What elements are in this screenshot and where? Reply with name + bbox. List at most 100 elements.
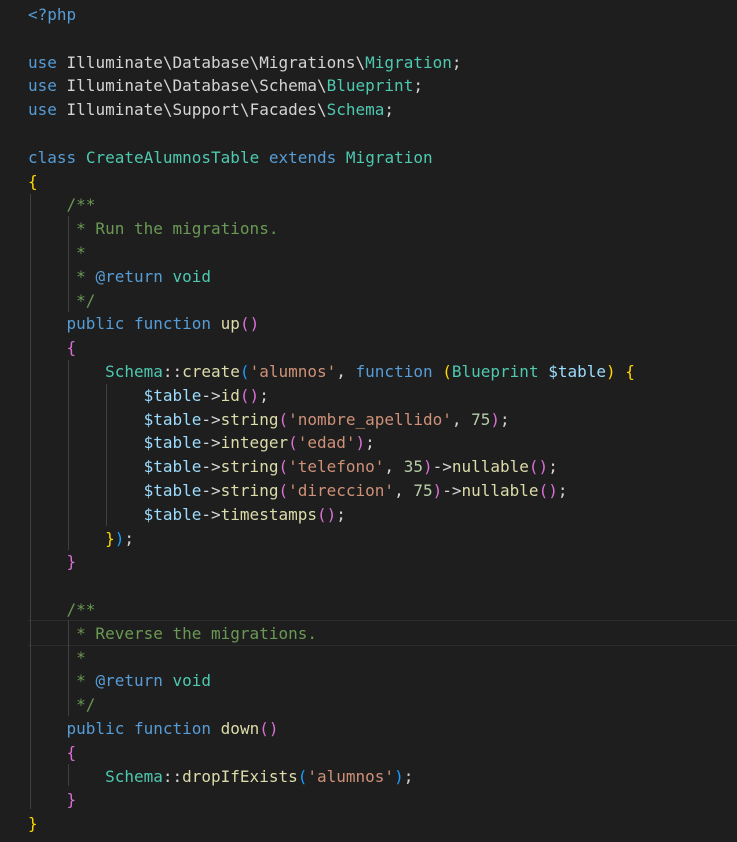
code-token: Migration (345, 147, 433, 167)
code-token: , (336, 362, 356, 381)
code-token: Schema (326, 100, 385, 120)
code-token: 35 (403, 457, 423, 477)
code-line: <?php (28, 3, 76, 27)
code-token: -> (201, 481, 221, 500)
code-token: () (538, 481, 558, 500)
code-line: $table->string('telefono', 35)->nullable… (28, 455, 558, 479)
code-token: Illuminate\Database\Migrations\ (56, 52, 366, 72)
code-token: ) (114, 528, 125, 548)
code-token: ; (336, 504, 346, 524)
code-token: public (66, 314, 125, 334)
code-token: { (66, 338, 77, 358)
code-token: * (28, 243, 86, 262)
code-line: * @return void (28, 669, 211, 693)
code-token: id (220, 385, 240, 405)
code-token: -> (201, 385, 221, 405)
code-token: nullable (451, 457, 529, 477)
code-token: $table (143, 504, 202, 524)
code-token: public (66, 719, 125, 738)
code-token: function (133, 719, 212, 738)
code-line: * @return void (28, 265, 211, 289)
code-token: nullable (461, 481, 539, 500)
code-line: public function down() (28, 717, 279, 741)
code-token: use (28, 52, 57, 72)
code-token: ; (384, 100, 395, 120)
code-token: ) (432, 481, 443, 500)
code-token: -> (201, 504, 221, 524)
code-token: $table (143, 457, 202, 477)
code-line: } (28, 812, 38, 836)
code-token: 'nombre_apellido' (288, 409, 452, 429)
code-line: public function up() (28, 312, 260, 336)
code-token: -> (201, 457, 221, 477)
code-editor[interactable]: <?php use Illuminate\Database\Migrations\… (0, 0, 737, 842)
code-token: class (28, 147, 77, 167)
code-token: Illuminate\Database\Schema\ (56, 76, 327, 96)
code-token: ( (297, 766, 308, 786)
code-token: */ (28, 290, 96, 310)
code-token: * (28, 266, 96, 286)
code-line: $table->string('direccion', 75)->nullabl… (28, 479, 568, 503)
code-token: ; (259, 385, 269, 405)
code-token: CreateAlumnosTable (85, 147, 260, 167)
code-line: * (28, 646, 86, 670)
code-token: void (172, 266, 212, 286)
code-token: ; (451, 52, 462, 72)
code-token: :: (162, 362, 183, 381)
code-token: * Reverse the migrations. (28, 623, 317, 643)
code-line: */ (28, 693, 95, 717)
code-token: } (105, 528, 115, 548)
code-token: 'alumnos' (307, 766, 395, 786)
code-token: ( (239, 362, 250, 381)
code-token: } (28, 814, 38, 834)
code-token: * (28, 647, 86, 667)
code-line: Schema::dropIfExists('alumnos'); (28, 765, 413, 789)
code-token: 'telefono' (288, 457, 385, 477)
code-line: } (28, 550, 77, 574)
code-token: 'alumnos' (249, 362, 337, 381)
code-token: ) (422, 457, 433, 477)
code-token: ; (124, 528, 134, 548)
code-token: timestamps (220, 504, 317, 524)
code-token: { (28, 171, 38, 191)
code-token: } (66, 552, 77, 572)
code-line: $table->timestamps(); (28, 503, 346, 527)
code-token: () (316, 504, 337, 524)
code-token: function (355, 362, 433, 381)
code-token: ) (606, 362, 616, 381)
code-token: -> (432, 457, 452, 477)
code-token: function (133, 314, 212, 334)
code-token: <?php (28, 5, 77, 24)
code-token: integer (220, 433, 289, 453)
code-token: ; (548, 457, 558, 477)
code-line: } (28, 788, 77, 812)
code-token: Blueprint (451, 362, 539, 381)
code-token: () (259, 719, 279, 738)
code-token: () (239, 314, 260, 334)
code-token: ; (403, 766, 414, 786)
code-token: down (220, 719, 260, 738)
code-token: -> (201, 433, 221, 453)
code-token: , (451, 409, 472, 429)
code-token: 75 (471, 409, 491, 429)
code-token: 'direccion' (288, 481, 395, 500)
code-token: Schema (105, 362, 163, 381)
code-token: create (182, 362, 240, 381)
code-line: * Run the migrations. (28, 217, 278, 241)
code-token: string (220, 409, 279, 429)
code-line: /** (28, 193, 96, 217)
code-line: class CreateAlumnosTable extends Migrati… (28, 146, 433, 170)
code-token: () (239, 385, 260, 405)
code-token: Blueprint (326, 76, 414, 96)
code-token: ; (413, 76, 423, 96)
